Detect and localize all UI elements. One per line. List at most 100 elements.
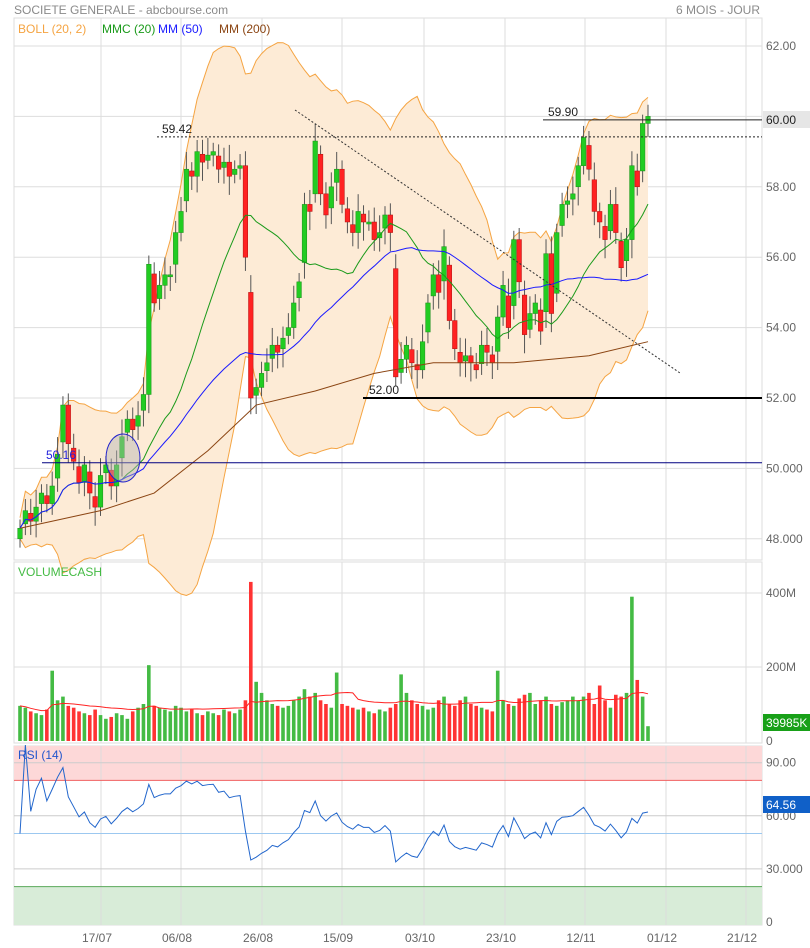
volume-bar [544,696,548,741]
annotation-label: 52.00 [369,383,399,397]
volume-bar [613,694,618,741]
candle [157,285,163,299]
candle [226,161,232,177]
volume-panel [13,561,763,744]
y-tick-label: 62.00 [766,39,796,53]
candle [623,239,630,261]
volume-bar [538,700,543,741]
candle [527,313,533,330]
candle [60,404,66,443]
volume-bar [361,707,366,741]
volume-bar [624,692,629,741]
volume-bar [77,711,81,741]
candle [49,485,55,504]
x-tick-label: 17/07 [82,931,112,945]
volume-bar [136,707,140,741]
volume-bar [130,711,135,741]
candle [371,221,377,240]
volume-bar [238,709,242,741]
candle [76,466,82,483]
volume-bar [206,711,210,741]
candle [38,492,45,504]
legend-item: MMC (20) [102,22,155,36]
candle [634,170,640,188]
x-tick-label: 15/09 [323,931,353,945]
candle [334,168,340,183]
candle [586,145,592,170]
candle [307,204,313,212]
candle [554,232,560,294]
volume-bar [308,696,312,741]
volume-bar [592,704,597,741]
y-tick-label: 52.00 [766,391,796,405]
candle [301,204,308,263]
volume-bar [82,713,87,741]
volume-bar [490,711,495,741]
last-volume-value: 39985K [766,716,807,730]
candle [140,394,147,411]
annotation-label: 59.90 [548,105,578,119]
candle [296,281,302,298]
volume-bar [28,711,33,741]
volume-bar [270,704,275,741]
candle [468,355,474,364]
candle [237,165,243,169]
volume-bar [222,709,226,741]
candle [312,140,318,195]
volume-bar [227,711,232,741]
candle [360,213,367,223]
volume-bar [571,696,575,741]
volume-bar [157,707,162,741]
candle [323,193,329,216]
candle [602,226,608,240]
volume-bar [291,700,296,741]
volume-bar [216,715,221,741]
candle [559,204,565,226]
volume-bar [39,715,44,741]
volume-bar [173,705,178,741]
volume-bar [249,581,253,741]
candle [242,165,248,258]
volume-bar [479,707,484,741]
y-tick-label: 50.000 [766,461,803,475]
candle [446,264,452,321]
volume-bar [168,711,173,741]
candle [355,211,361,233]
candle [462,355,469,362]
volume-bar [195,713,199,741]
volume-bar [324,704,328,741]
candle [457,351,463,364]
candle [173,232,179,265]
volume-bar [431,707,436,741]
volume-bar [184,711,189,741]
candle [607,204,613,232]
candle [232,168,238,175]
volume-bar [404,692,409,741]
candle [425,302,431,333]
candle [65,404,71,445]
candle [135,415,141,427]
candle [92,496,98,508]
volume-bar [334,672,339,741]
volume-bar [340,704,344,741]
x-tick-label: 21/12 [727,931,757,945]
annotation-label: 50.16 [46,448,76,462]
volume-bar [469,704,473,741]
volume-bar [141,704,146,741]
volume-bar [549,704,554,741]
volume-bar [474,705,479,741]
volume-bar [447,704,452,741]
candle [339,168,345,205]
candle [495,316,501,352]
candle [430,274,436,297]
volume-panel-title: VOLUMECASH [18,565,102,579]
volume-bar [512,705,516,741]
volume-bar [275,705,280,741]
candle [194,151,200,177]
candle [167,274,173,278]
x-tick-label: 03/10 [405,931,435,945]
volume-bar [565,700,570,741]
candle [511,239,517,306]
volume-bar [485,709,489,741]
volume-bar [501,700,505,741]
